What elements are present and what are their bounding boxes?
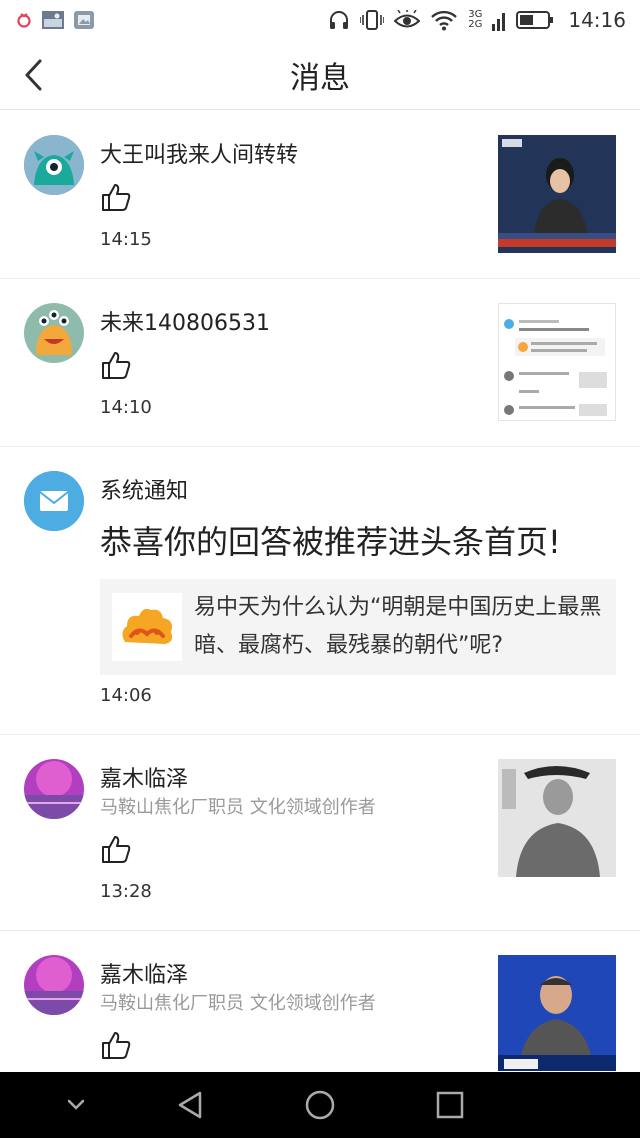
page-title: 消息 (290, 60, 350, 96)
back-icon[interactable] (20, 58, 50, 92)
nav-collapse-icon[interactable] (58, 1087, 94, 1123)
app-header: 消息 (0, 40, 640, 110)
landscape-avatar-icon (24, 955, 84, 1015)
avatar (24, 471, 84, 531)
thumbnail-image (498, 759, 616, 877)
network-type: 3G 2G (468, 10, 482, 30)
thumbnail-image (498, 955, 616, 1071)
card-title: 易中天为什么认为“明朝是中国历史上最黑暗、最腐朽、最残暴的朝代”呢? (194, 595, 602, 658)
sender-name: 未来140806531 (100, 311, 270, 336)
monster-avatar-icon (24, 135, 84, 195)
landscape-avatar-icon (24, 759, 84, 819)
avatar[interactable] (24, 303, 84, 363)
app-notification-icon (17, 13, 31, 28)
clock: 14:16 (568, 8, 626, 32)
cloud-logo-icon (122, 608, 173, 644)
avatar[interactable] (24, 135, 84, 195)
avatar[interactable] (24, 759, 84, 819)
message-item-like[interactable]: 未来140806531 14:10 (0, 279, 640, 447)
message-time: 14:10 (100, 397, 152, 418)
sender-name: 嘉木临泽 (100, 963, 189, 988)
article-thumbnail[interactable] (498, 303, 616, 421)
vibrate-icon (360, 10, 385, 30)
wifi-icon (431, 10, 458, 31)
thumbnail-image (499, 304, 615, 420)
thumbnail-image (498, 135, 616, 253)
photo-notification-icon (42, 11, 64, 29)
signal-icon (492, 13, 506, 31)
article-thumbnail[interactable] (498, 135, 616, 253)
battery-icon (516, 11, 554, 29)
nav-back-icon[interactable] (172, 1087, 208, 1123)
message-item-like[interactable]: 嘉木临泽 马鞍山焦化厂职员 文化领域创作者 13:28 (0, 735, 640, 931)
mail-icon (24, 471, 84, 531)
message-item-like[interactable]: 大王叫我来人间转转 14:15 (0, 111, 640, 279)
headphones-icon (330, 11, 349, 29)
avatar[interactable] (24, 955, 84, 1015)
monster-avatar-icon (24, 303, 84, 363)
message-list: 大王叫我来人间转转 14:15 未来140806531 14:10 系统通知 恭… (0, 111, 640, 1071)
sender-subtitle: 马鞍山焦化厂职员 文化领域创作者 (100, 797, 376, 818)
like-icon (102, 1032, 131, 1059)
notification-headline: 恭喜你的回答被推荐进头条首页! (100, 523, 561, 561)
like-icon (102, 836, 131, 863)
sender-name: 大王叫我来人间转转 (100, 143, 299, 168)
nav-home-icon[interactable] (302, 1087, 338, 1123)
message-time: 13:28 (100, 881, 152, 902)
sender-subtitle: 马鞍山焦化厂职员 文化领域创作者 (100, 993, 376, 1014)
eye-comfort-icon (394, 10, 421, 28)
network-type-bottom: 2G (468, 19, 483, 30)
like-icon (102, 184, 131, 211)
article-thumbnail[interactable] (498, 759, 616, 877)
like-icon (102, 352, 131, 379)
card-logo (112, 593, 182, 661)
system-nav-bar (0, 1072, 640, 1138)
article-card[interactable]: 易中天为什么认为“明朝是中国历史上最黑暗、最腐朽、最残暴的朝代”呢? (100, 579, 616, 675)
sender-name: 嘉木临泽 (100, 767, 189, 792)
nav-recents-icon[interactable] (432, 1087, 468, 1123)
message-item-system[interactable]: 系统通知 恭喜你的回答被推荐进头条首页! 易中天为什么认为“明朝是中国历史上最黑… (0, 447, 640, 735)
article-thumbnail[interactable] (498, 955, 616, 1071)
message-time: 14:15 (100, 229, 152, 250)
gallery-notification-icon (74, 11, 94, 29)
status-bar: 3G 2G 14:16 (0, 0, 640, 40)
message-item-like[interactable]: 嘉木临泽 马鞍山焦化厂职员 文化领域创作者 (0, 931, 640, 1071)
sender-name: 系统通知 (100, 479, 189, 504)
message-time: 14:06 (100, 685, 152, 706)
